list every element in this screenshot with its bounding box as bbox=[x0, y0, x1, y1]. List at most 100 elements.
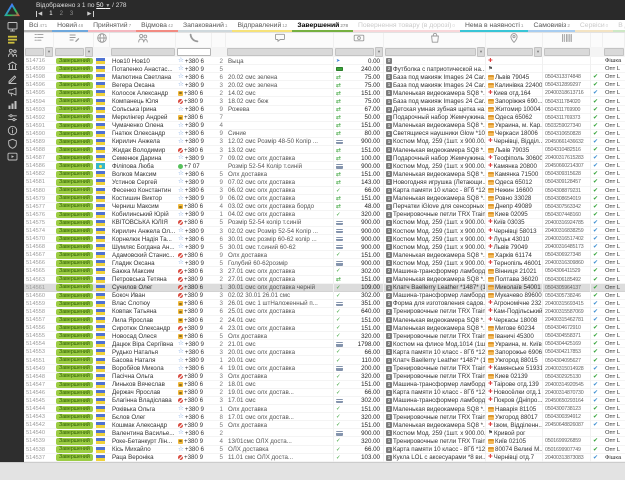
table-row[interactable]: 514588ЗавершенийЖидак Володимир+380 6313… bbox=[24, 146, 625, 154]
sidebar-item-stats[interactable] bbox=[0, 98, 24, 111]
app-logo-icon[interactable] bbox=[3, 2, 21, 22]
table-row[interactable]: 514546ЗавершенийДержач Ярослав+380 9219.… bbox=[24, 389, 625, 397]
sidebar-item-ads[interactable] bbox=[0, 85, 24, 98]
filter-box-payment[interactable] bbox=[335, 48, 374, 56]
table-row[interactable]: 514559ЗавершенийВлас Слотюу+380 6326.01 … bbox=[24, 300, 625, 308]
table-row[interactable]: 514582ЗавершенийВолков Максим☆+380 65Олх… bbox=[24, 170, 625, 178]
column-header-note[interactable] bbox=[226, 33, 334, 47]
sidebar-item-shield[interactable] bbox=[0, 137, 24, 150]
table-row[interactable]: 514543ЗавершенийБєлов Олег☆+380 6817.01 … bbox=[24, 413, 625, 421]
tab-Новий[interactable]: Новий48 bbox=[52, 20, 88, 32]
sidebar-item-info[interactable] bbox=[0, 124, 24, 137]
tab-Запакований[interactable]: Запакований1 bbox=[178, 20, 232, 32]
table-row[interactable]: 514590ЗавершенийГнатюк Олександр☆+380 69… bbox=[24, 130, 625, 138]
table-row[interactable]: 514568ЗавершенийШумляс Богдана Ан...☆+38… bbox=[24, 243, 625, 251]
sidebar-item-signature[interactable] bbox=[0, 72, 24, 85]
table-row[interactable]: 514555ЗавершенийНовосад Олеся+380 65Олх … bbox=[24, 332, 625, 340]
column-header-product[interactable] bbox=[384, 33, 486, 47]
table-row[interactable]: 514594ЗавершенийКомпанець Юля+380 9318.0… bbox=[24, 97, 625, 105]
table-row[interactable]: 514586ЗавершенийФіліпова Люба+7 07Розмір… bbox=[24, 162, 625, 170]
tab-Відправлений[interactable]: Відправлений12 bbox=[232, 20, 292, 32]
sidebar-item-clients[interactable] bbox=[0, 46, 24, 59]
table-row[interactable]: 514570ЗавершенийКорнелюк Надія Та...☆+38… bbox=[24, 235, 625, 243]
table-row[interactable]: 514581ЗавершенийУстинов Сергей☆+380 9907… bbox=[24, 178, 625, 186]
filter-dropdown-payment[interactable]: ▾ bbox=[375, 47, 383, 57]
table-row[interactable]: 514576ЗавершенийКобилинський Юрій☆+380 9… bbox=[24, 211, 625, 219]
table-row[interactable]: 514565ЗавершенийБаюка Максим+380 6327.01… bbox=[24, 267, 625, 275]
tab-Відмова[interactable]: Відмова42 bbox=[136, 20, 178, 32]
table-row[interactable]: 514575ЗавершенийКВІТОВСЬКА ЮЛІЯ+380 65Ро… bbox=[24, 219, 625, 227]
column-header-tag[interactable] bbox=[603, 33, 625, 47]
filter-box-name[interactable] bbox=[111, 48, 175, 56]
table-row[interactable]: 514551ЗавершенийБасова Наталя☆+380 9120.… bbox=[24, 356, 625, 364]
filter-box-note[interactable] bbox=[227, 48, 333, 56]
last-page-button[interactable]: ▶ bbox=[87, 11, 93, 17]
filter-input-phone[interactable] bbox=[177, 48, 211, 56]
table-row[interactable]: 514542ЗавершенийКошмак Александр+380 95О… bbox=[24, 421, 625, 429]
tab-В дорозі додому[interactable]: В дорозі додому0 bbox=[613, 20, 625, 32]
tab-Повернення товару (в дорозі)[interactable]: Повернення товару (в дорозі)0 bbox=[353, 20, 460, 32]
tab-Самовивіз[interactable]: Самовивіз2 bbox=[528, 20, 574, 32]
table-row[interactable]: 514566ЗавершенийГладик Оксана☆+380 95Гол… bbox=[24, 259, 625, 267]
page-2-button[interactable]: 2 bbox=[60, 11, 63, 17]
sidebar-item-bank[interactable] bbox=[0, 59, 24, 72]
filter-box-product[interactable] bbox=[385, 48, 476, 56]
filter-box-city[interactable] bbox=[487, 48, 533, 56]
table-row[interactable]: 514593ЗавершенийСольська Ірина☆+380 69Ро… bbox=[24, 106, 625, 114]
table-row[interactable]: 514561ЗавершенийСучилов Олег+380 6130.01… bbox=[24, 284, 625, 292]
table-row[interactable]: 514596ЗавершенийВегера Оксана☆+380 9320.… bbox=[24, 81, 625, 89]
table-row[interactable]: 514591ЗавершенийЧумаченко Олена☆+380 94⇄… bbox=[24, 122, 625, 130]
page-1-button[interactable]: 1 bbox=[49, 11, 52, 17]
table-row[interactable]: 514557ЗавершенийЛила Ярослав+380 6224.01… bbox=[24, 316, 625, 324]
table-row[interactable]: 514556ЗавершенийСиротюк Олександр+380 94… bbox=[24, 324, 625, 332]
column-header-check[interactable] bbox=[591, 33, 603, 47]
table-row[interactable]: 514592ЗавершенийМерклінгер Андрей+380 67… bbox=[24, 114, 625, 122]
table-row[interactable]: 514537ЗавершенийРаца Вероніка+380 9511.0… bbox=[24, 454, 625, 462]
table-row[interactable]: 514540ЗавершенийВалентина Василье...☆+38… bbox=[24, 429, 625, 437]
tab-Завершений[interactable]: Завершений278 bbox=[292, 20, 353, 32]
tab-Прийнятий[interactable]: Прийнятий7 bbox=[88, 20, 136, 32]
table-row[interactable]: 514587ЗавершенийСеменюк Дарина☆+380 9709… bbox=[24, 154, 625, 162]
sidebar-item-video[interactable] bbox=[0, 150, 24, 163]
table-row[interactable]: 514539ЗавершенийРоке-Бетанкурт Лін...+38… bbox=[24, 437, 625, 445]
sidebar-item-orders[interactable] bbox=[0, 33, 24, 46]
table-row[interactable]: 514716ЗавершенийНов10 Нов10☆+380 62Выца➤… bbox=[24, 57, 625, 65]
filter-dropdown-status[interactable]: ▾ bbox=[85, 47, 93, 57]
table-row[interactable]: 514558ЗавершенийКовпак Татьяна+380 9625.… bbox=[24, 308, 625, 316]
column-header-tracking[interactable] bbox=[543, 33, 591, 47]
table-row[interactable]: 514574ЗавершенийКирилич Анжела Ол...☆+38… bbox=[24, 227, 625, 235]
table-row[interactable]: 514547ЗавершенийЛиньков Вячеслав+380 621… bbox=[24, 381, 625, 389]
filter-dropdown-product[interactable]: ▾ bbox=[477, 47, 485, 57]
tab-Всі[interactable]: Всі471 bbox=[24, 20, 52, 32]
column-header-phone[interactable] bbox=[176, 33, 212, 47]
tab-Сервіси[interactable]: Сервіси0 bbox=[575, 20, 613, 32]
table-row[interactable]: 514579ЗавершенийКостишин Виктор☆+380 990… bbox=[24, 195, 625, 203]
table-row[interactable]: 514589ЗавершенийКирилич Анжела☆+380 9312… bbox=[24, 138, 625, 146]
page-3-button[interactable]: 3 bbox=[70, 11, 73, 17]
tab-Нема в наявності[interactable]: Нема в наявності1 bbox=[460, 20, 528, 32]
column-header-city[interactable] bbox=[486, 33, 543, 47]
table-row[interactable]: 514560ЗавершенийБокоч Иван+380 9302.02 3… bbox=[24, 292, 625, 300]
filter-box-tracking[interactable] bbox=[544, 48, 590, 56]
table-row[interactable]: 514545ЗавершенийБлагінна Владіслава+380 … bbox=[24, 397, 625, 405]
table-row[interactable]: 514567ЗавершенийАдамовский Станис...+380… bbox=[24, 251, 625, 259]
table-row[interactable]: 514599ЗавершенийПотапенко Анастас...☆+38… bbox=[24, 65, 625, 73]
column-header-name[interactable] bbox=[110, 33, 176, 47]
table-row[interactable]: 514549ЗавершенийВоробйов Микола☆+380 641… bbox=[24, 365, 625, 373]
filter-dropdown-id[interactable]: ▾ bbox=[45, 47, 53, 57]
first-page-button[interactable]: ◀ bbox=[36, 11, 42, 17]
filter-box-status[interactable] bbox=[55, 48, 84, 56]
table-row[interactable]: 514548ЗавершенийПасічна Ольга+380 93Олх … bbox=[24, 373, 625, 381]
column-header-payment[interactable] bbox=[334, 33, 384, 47]
column-header-count[interactable] bbox=[212, 33, 226, 47]
table-row[interactable]: 514538ЗавершенийКісь Михайло☆+380 65ОЛХ … bbox=[24, 446, 625, 454]
page-size-dropdown[interactable]: 50 ▼ bbox=[96, 2, 110, 9]
filter-box-id[interactable] bbox=[25, 48, 44, 56]
filter-dropdown-city[interactable]: ▾ bbox=[534, 47, 542, 57]
sidebar-item-settings[interactable] bbox=[0, 111, 24, 124]
table-row[interactable]: 514580ЗавершенийФесенко Константин☆+380 … bbox=[24, 187, 625, 195]
table-row[interactable]: 514563ЗавершенийПетровська Тетяна+380 92… bbox=[24, 276, 625, 284]
column-header-flag[interactable] bbox=[94, 33, 110, 47]
column-header-status[interactable] bbox=[54, 33, 94, 47]
table-row[interactable]: 514595ЗавершенийКолосок Александр+380 62… bbox=[24, 89, 625, 97]
